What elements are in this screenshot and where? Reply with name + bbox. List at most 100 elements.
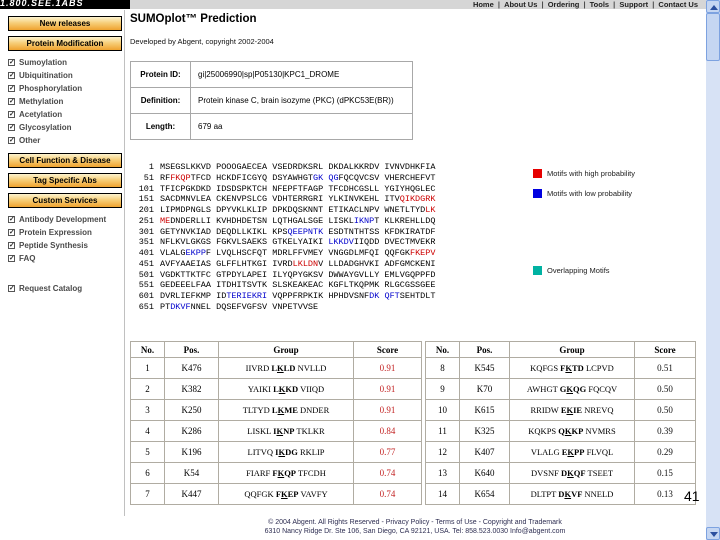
sequence-residues: RFFKQPTFCD HCKDFICGYQ DSYAWHGTGK QGFQCQV… (160, 172, 436, 183)
footer-line-1: © 2004 Abgent. All Rights Reserved - Pri… (268, 519, 562, 526)
sequence-residues: MSEGSLKKVD POOOGAECEA VSEDRDKSRL DKDALKK… (160, 162, 436, 172)
cell-pos: K615 (459, 399, 510, 421)
scrollbar-thumb[interactable] (706, 13, 720, 61)
arrow-up-icon (710, 5, 718, 10)
sidebar-item-label: Ubiquitination (19, 71, 73, 80)
table-row: 6 K54 FIARF FKQP TFCDH 0.74 (130, 462, 422, 484)
table-row: 3 K250 TLTYD LKME DNDER 0.91 (130, 399, 422, 421)
sequence-residues: VLALGEKPPF LVQLHSCFQT MDRLFFVMEY VNGGDLM… (160, 248, 436, 258)
sidebar-item-label: Sumoylation (19, 58, 68, 67)
sequence-line-number: 451 (138, 258, 154, 269)
sidebar-item-phosphorylation[interactable]: ✓ Phosphorylation (8, 82, 122, 95)
sidebar-button-new-releases[interactable]: New releases (8, 16, 122, 31)
cell-no: 1 (130, 357, 165, 379)
cell-score: 0.74 (353, 483, 422, 505)
cell-no: 2 (130, 378, 165, 400)
sequence-line: 251 MEDNDERLLI KVHDHDETSN LQTHGALSGE LISK… (130, 216, 436, 227)
info-label: Definition: (130, 87, 191, 114)
sequence-line-number: 301 (138, 226, 154, 237)
nav-link-tools[interactable]: Tools (590, 0, 609, 9)
cell-score: 0.91 (353, 378, 422, 400)
cell-pos: K286 (164, 420, 219, 442)
sidebar-item-peptide-synthesis[interactable]: ✓ Peptide Synthesis (8, 239, 122, 252)
nav-link-support[interactable]: Support (619, 0, 648, 9)
cell-group: LITVQ IKDG RKLIP (218, 441, 354, 463)
sequence-line-number: 401 (138, 248, 154, 258)
sequence-line-number: 501 (138, 269, 154, 280)
table-row: 8 K545 KQFGS FKTD LCPVD 0.51 (425, 357, 696, 379)
legend-label: Motifs with high probability (547, 169, 635, 178)
sequence-line-number: 251 (138, 215, 154, 226)
scroll-up-icon[interactable] (706, 0, 720, 13)
top-nav: Home | About Us | Ordering | Tools | Sup… (473, 0, 698, 9)
nav-link-contact-us[interactable]: Contact Us (658, 0, 698, 9)
cell-group: DVSNF DKQF TSEET (509, 462, 635, 484)
cell-score: 0.50 (634, 378, 696, 400)
scrollbar[interactable] (706, 0, 720, 540)
sequence-residues: NFLKVLGKGS FGKVLSAEKS GTKELYAIKI LKKDVII… (160, 237, 436, 248)
checkbox-icon: ✓ (8, 98, 15, 105)
score-table-left: No. Pos. Group Score 1 K476 IIVRD LKLD NVLLD 0.… (130, 341, 422, 505)
protein-info-table: Protein ID: gi|25006990|sp|P05130|KPC1_DR… (130, 61, 413, 140)
nav-link-home[interactable]: Home (473, 0, 494, 9)
table-row: 13 K640 DVSNF DKQF TSEET 0.15 (425, 462, 696, 484)
sidebar-item-ubiquitination[interactable]: ✓ Ubiquitination (8, 69, 122, 82)
sidebar-item-sumoylation[interactable]: ✓ Sumoylation (8, 56, 122, 69)
sidebar-item-methylation[interactable]: ✓ Methylation (8, 95, 122, 108)
info-label: Length: (130, 113, 191, 140)
subtitle: Developed by Abgent, copyright 2002-2004 (130, 37, 274, 46)
sidebar-item-protein-expression[interactable]: ✓ Protein Expression (8, 226, 122, 239)
sidebar-item-other[interactable]: ✓ Other (8, 134, 122, 147)
cell-pos: K654 (459, 483, 510, 505)
checkbox-icon: ✓ (8, 229, 15, 236)
checkbox-icon: ✓ (8, 242, 15, 249)
sidebar-item-antibody-development[interactable]: ✓ Antibody Development (8, 213, 122, 226)
sequence-line: 151 SACDMNVLEA CKENVPSLCG VDHTERRGRI YLKI… (130, 194, 436, 205)
column-header-pos: Pos. (459, 341, 510, 358)
sidebar: New releases Protein Modification ✓ Sumoyla… (8, 16, 122, 295)
table-row: 10 K615 RRIDW EKIE NREVQ 0.50 (425, 399, 696, 421)
sidebar-item-label: Peptide Synthesis (19, 241, 88, 250)
cell-no: 12 (425, 441, 460, 463)
arrow-down-icon (710, 532, 718, 537)
table-row: 14 K654 DLTPT DKVF NNELD 0.13 (425, 483, 696, 505)
table-row: 9 K70 AWHGT GKQG FQCQV 0.50 (425, 378, 696, 400)
sequence-line: 351 NFLKVLGKGS FGKVLSAEKS GTKELYAIKI LKKD… (130, 237, 436, 248)
cell-score: 0.77 (353, 441, 422, 463)
footer-line-2: 6310 Nancy Ridge Dr. Ste 106, San Diego,… (264, 528, 566, 535)
sidebar-item-glycosylation[interactable]: ✓ Glycosylation (8, 121, 122, 134)
sequence-residues: MEDNDERLLI KVHDHDETSN LQTHGALSGE LISKLIK… (160, 215, 436, 226)
column-header-no: No. (425, 341, 460, 358)
sidebar-item-label: FAQ (19, 254, 36, 263)
table-row: 4 K286 LISKL IKNP TKLKR 0.84 (130, 420, 422, 442)
sequence-line-number: 1 (148, 162, 154, 172)
sequence-line-number: 201 (138, 205, 154, 215)
column-header-score: Score (634, 341, 696, 358)
nav-link-about-us[interactable]: About Us (504, 0, 537, 9)
info-label: Protein ID: (130, 61, 191, 88)
cell-score: 0.50 (634, 399, 696, 421)
cell-score: 0.29 (634, 441, 696, 463)
scroll-down-icon[interactable] (706, 527, 720, 540)
info-value: 679 aa (190, 113, 413, 140)
sidebar-item-label: Methylation (19, 97, 64, 106)
sidebar-item-request-catalog[interactable]: ✓ Request Catalog (8, 282, 122, 295)
sidebar-button-protein-modification[interactable]: Protein Modification (8, 36, 122, 51)
legend-label: Overlapping Motifs (547, 266, 610, 275)
cell-pos: K250 (164, 399, 219, 421)
checkbox-icon: ✓ (8, 111, 15, 118)
sequence-line: 551 GEDEEELFAA ITDHITSVTK SLSKEAKEAC KGFL… (130, 280, 436, 291)
checkbox-icon: ✓ (8, 85, 15, 92)
sidebar-button-cell-function-disease[interactable]: Cell Function & Disease (8, 153, 122, 168)
sidebar-item-acetylation[interactable]: ✓ Acetylation (8, 108, 122, 121)
sidebar-item-label: Protein Expression (19, 228, 92, 237)
cell-pos: K70 (459, 378, 510, 400)
sequence-line: 501 VGDKTTKTFC GTPDYLAPEI ILYQPYGKSV DWWA… (130, 270, 436, 281)
cell-no: 11 (425, 420, 460, 442)
sidebar-button-tag-specific-abs[interactable]: Tag Specific Abs (8, 173, 122, 188)
footer: © 2004 Abgent. All Rights Reserved - Pri… (130, 518, 700, 536)
cell-pos: K54 (164, 462, 219, 484)
nav-link-ordering[interactable]: Ordering (548, 0, 580, 9)
sidebar-button-custom-services[interactable]: Custom Services (8, 193, 122, 208)
sidebar-item-faq[interactable]: ✓ FAQ (8, 252, 122, 265)
